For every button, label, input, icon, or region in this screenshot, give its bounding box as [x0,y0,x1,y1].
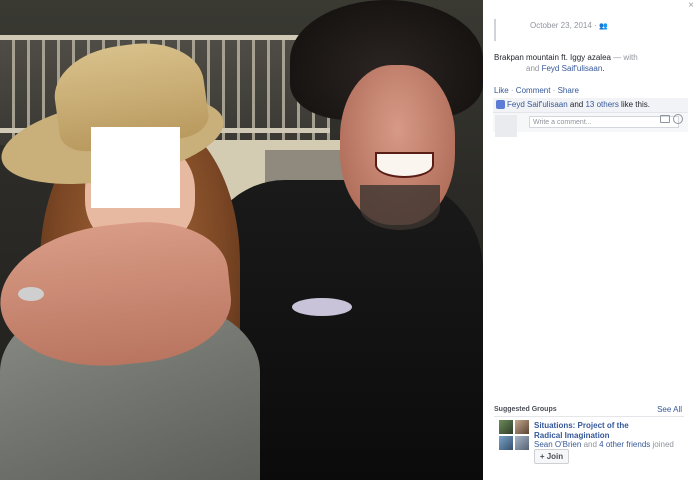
group-member-avatar[interactable] [499,420,513,434]
tagged-friend-link[interactable]: Feyd Saif'ulisaan [542,64,603,73]
post-actions: Like · Comment · Share [494,86,579,95]
separator: · [550,86,558,95]
close-icon[interactable]: × [688,0,694,12]
photo-side-panel: × October 23, 2014 · 👥 Brakpan mountain … [483,0,700,480]
suggested-groups-title: Suggested Groups [494,406,557,413]
poster-avatar[interactable] [494,19,496,41]
members-and: and [581,440,600,449]
comment-composer: Write a comment... [493,113,688,137]
man-beard [360,185,440,230]
friends-icon: 👥 [598,23,608,30]
camera-icon[interactable] [660,115,670,123]
separator: · [508,86,516,95]
likes-others-link[interactable]: 13 others [585,100,618,109]
like-thumb-icon [496,100,505,110]
timestamp-text[interactable]: October 23, 2014 · [530,21,599,30]
group-member-avatar[interactable] [515,436,529,450]
likes-and: and [567,100,586,109]
comment-input[interactable]: Write a comment... [529,116,679,128]
members-count-link[interactable]: 4 other friends [599,440,650,449]
likes-summary: Feyd Saif'ulisaan and 13 others like thi… [493,98,688,113]
group-name-link[interactable]: Situations: Project of the Radical Imagi… [534,421,644,441]
group-member-avatar[interactable] [499,436,513,450]
divider [494,416,684,417]
join-group-button[interactable]: + Join [534,449,569,464]
likes-suffix: like this. [618,100,650,109]
emoji-icon[interactable] [673,114,683,124]
man-smile [375,152,434,178]
see-all-link[interactable]: See All [657,405,682,414]
group-member-avatar[interactable] [515,420,529,434]
photo-viewer[interactable] [0,0,483,480]
background-fence [0,35,330,40]
members-suffix: joined [650,440,674,449]
liker-name-link[interactable]: Feyd Saif'ulisaan [507,100,568,109]
viewer-avatar [495,115,517,137]
jacket-pin [292,298,352,316]
like-link[interactable]: Like [494,86,509,95]
caption-text: Brakpan mountain ft. Iggy azalea [494,53,611,62]
post-timestamp[interactable]: October 23, 2014 · 👥 [530,21,608,30]
post-caption: Brakpan mountain ft. Iggy azalea — with … [494,52,689,74]
caption-and: and [526,64,540,73]
ring [18,287,44,301]
caption-with: — with [610,53,638,62]
share-link[interactable]: Share [558,86,579,95]
comment-link[interactable]: Comment [516,86,551,95]
member-name-link[interactable]: Sean O'Brien [534,440,581,449]
face-redaction-box [91,127,180,208]
caption-end: . [602,64,605,73]
group-members-text: Sean O'Brien and 4 other friends joined [534,440,674,449]
